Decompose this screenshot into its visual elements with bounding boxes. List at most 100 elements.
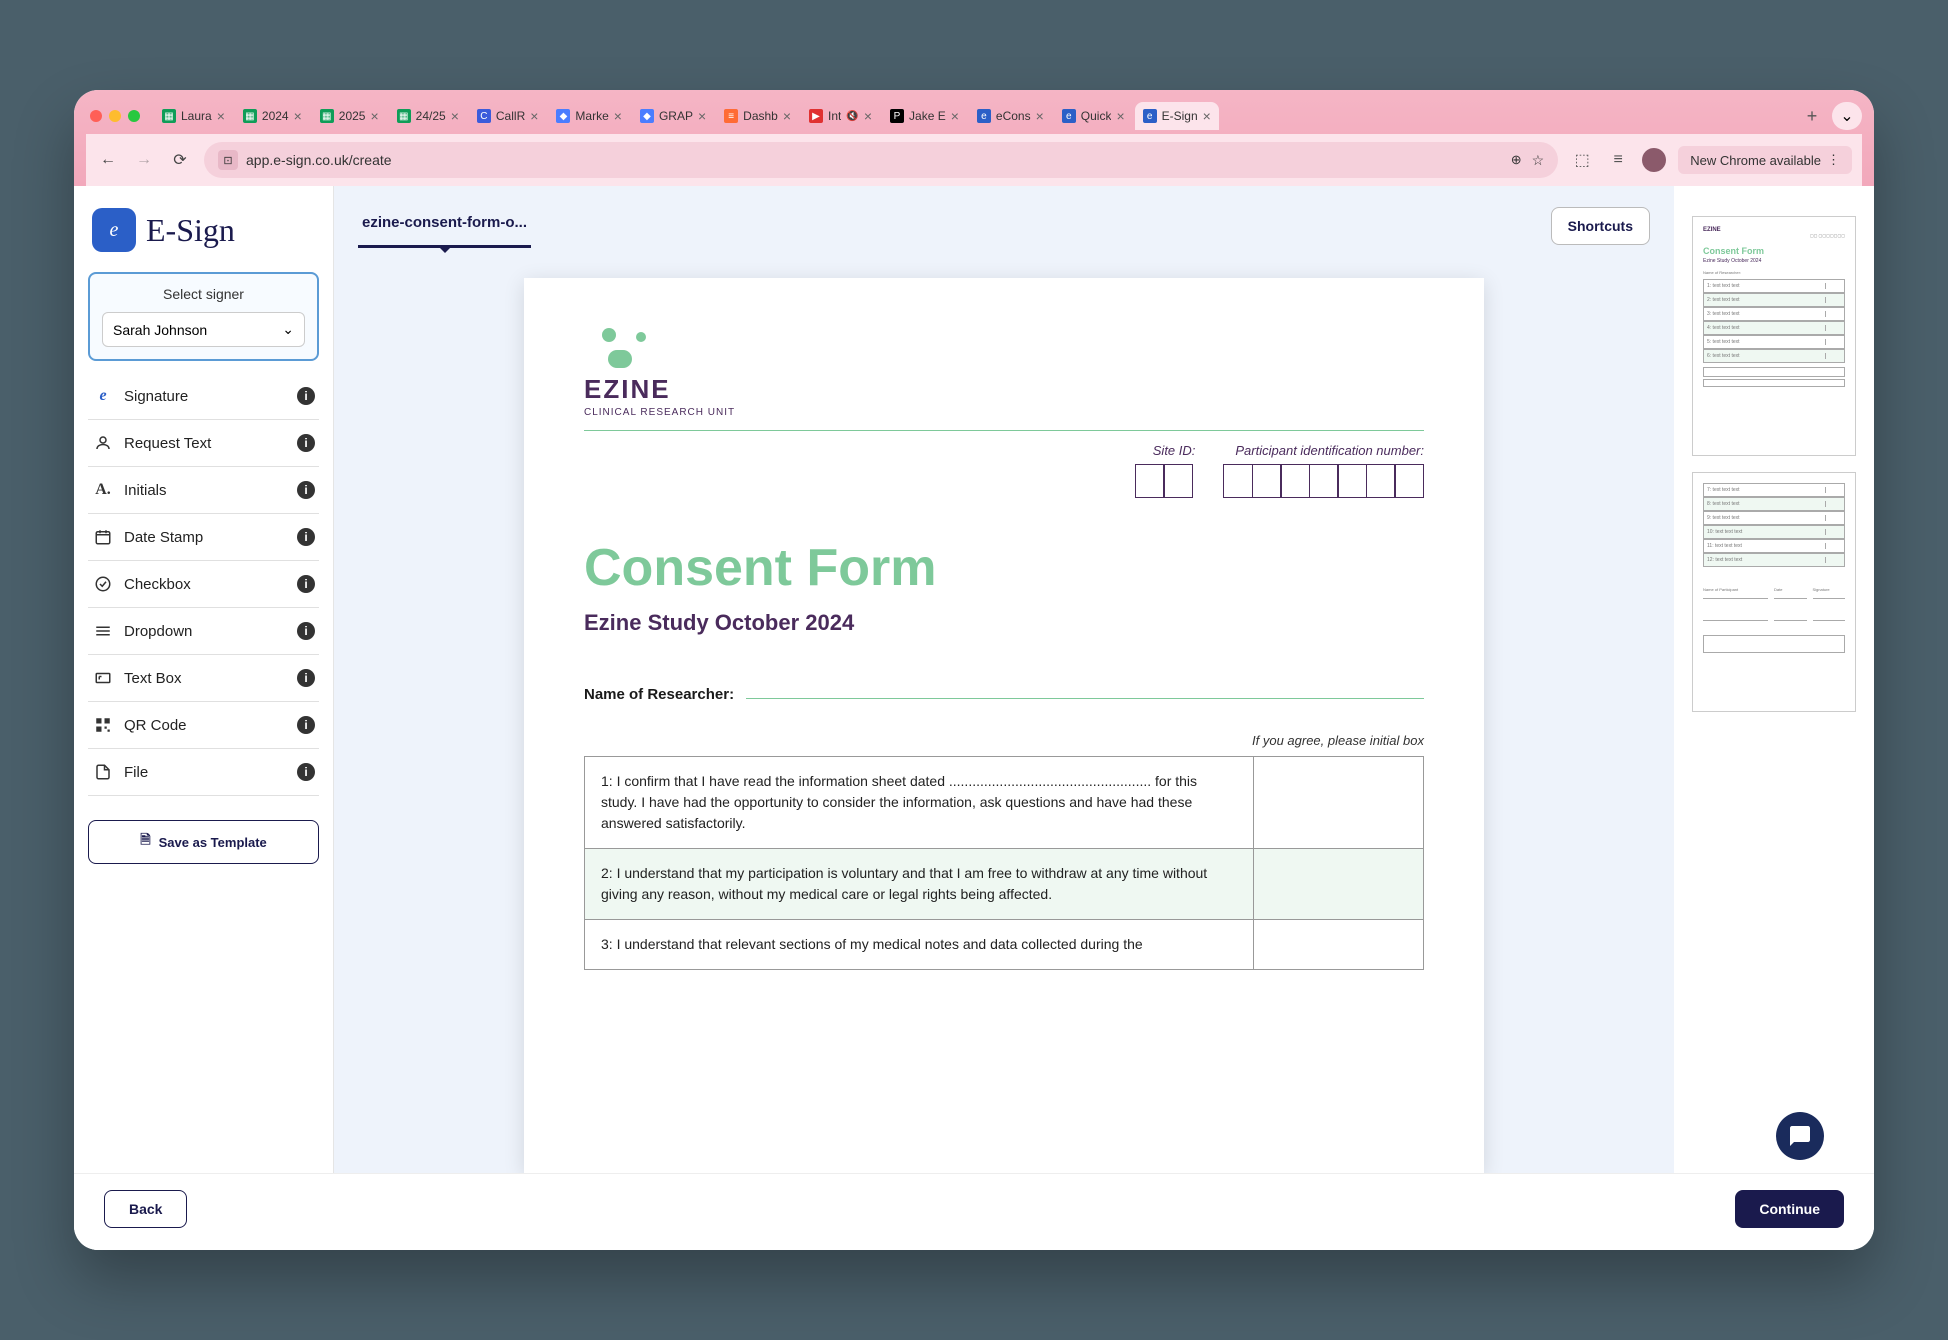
site-id-label: Site ID: [1153,443,1196,458]
tool-file[interactable]: Filei [88,749,319,796]
info-icon[interactable]: i [297,528,315,546]
maximize-window-icon[interactable] [128,110,140,122]
page-thumbnail-1[interactable]: EZINE ▢▢ ▢▢▢▢▢▢▢ Consent Form Ezine Stud… [1692,216,1856,456]
browser-tab[interactable]: eeCons × [969,102,1052,130]
forward-button[interactable]: → [132,148,156,172]
profile-avatar[interactable] [1642,148,1666,172]
browser-tab[interactable]: CCallR× [469,102,547,130]
canvas[interactable]: EZINE CLINICAL RESEARCH UNIT Site ID: Pa… [334,248,1674,1173]
browser-tab[interactable]: ▦2025× [312,102,387,130]
info-icon[interactable]: i [297,622,315,640]
initial-box[interactable] [1254,849,1424,920]
close-tab-icon[interactable]: × [294,108,302,124]
info-icon[interactable]: i [297,763,315,781]
close-tab-icon[interactable]: × [1036,108,1044,124]
tool-label: Request Text [124,435,287,452]
close-tab-icon[interactable]: × [1203,108,1211,124]
tool-label: Text Box [124,670,287,687]
close-tab-icon[interactable]: × [783,108,791,124]
consent-row: 3: I understand that relevant sections o… [585,920,1424,970]
favicon-icon: e [1143,109,1157,123]
close-tab-icon[interactable]: × [1116,108,1124,124]
browser-tab[interactable]: ≡Dashb× [716,102,799,130]
page-thumbnail-2[interactable]: 7: text text text 8: text text text 9: t… [1692,472,1856,712]
continue-button[interactable]: Continue [1735,1190,1844,1228]
info-icon[interactable]: i [297,481,315,499]
tab-title: Dashb [743,109,778,123]
info-icon[interactable]: i [297,575,315,593]
kebab-menu-icon[interactable]: ⋮ [1827,152,1840,168]
tool-checkbox[interactable]: Checkboxi [88,561,319,608]
close-tab-icon[interactable]: × [864,108,872,124]
browser-tab[interactable]: ◆GRAP× [632,102,714,130]
reader-icon[interactable]: ≡ [1606,148,1630,172]
document-tab[interactable]: ezine-consent-form-o... [358,204,531,248]
tool-list: eSignatureiRequest TextiA.InitialsiDate … [88,373,319,796]
info-icon[interactable]: i [297,434,315,452]
browser-chrome: ▦Laura×▦2024×▦2025×▦24/25×CCallR×◆Marke×… [74,90,1874,186]
tool-label: File [124,764,287,781]
tab-title: E-Sign [1162,109,1198,123]
tabs-overflow-button[interactable]: ⌄ [1832,102,1862,130]
tool-request-text[interactable]: Request Text i [88,420,319,467]
back-button[interactable]: Back [104,1190,187,1228]
browser-tab[interactable]: ◆Marke× [548,102,630,130]
chrome-update-button[interactable]: New Chrome available ⋮ [1678,146,1852,174]
minimize-window-icon[interactable] [109,110,121,122]
info-icon[interactable]: i [297,716,315,734]
browser-tab[interactable]: eQuick× [1054,102,1133,130]
site-info-icon[interactable]: ⊡ [218,150,238,170]
close-tab-icon[interactable]: × [451,108,459,124]
favicon-icon: e [977,109,991,123]
app: e E-Sign Select signer Sarah Johnson ⌄ e… [74,186,1874,1250]
close-tab-icon[interactable]: × [951,108,959,124]
new-tab-button[interactable]: + [1798,102,1826,130]
browser-tab[interactable]: ▶Int🔇× [801,102,880,130]
tool-initials[interactable]: A.Initialsi [88,467,319,514]
initial-box[interactable] [1254,757,1424,849]
back-button[interactable]: ← [96,148,120,172]
browser-tab[interactable]: ▦24/25× [389,102,467,130]
browser-tab[interactable]: PJake E× [882,102,967,130]
tab-title: GRAP [659,109,693,123]
close-window-icon[interactable] [90,110,102,122]
close-tab-icon[interactable]: × [217,108,225,124]
shortcuts-button[interactable]: Shortcuts [1551,207,1650,245]
favicon-icon: P [890,109,904,123]
document-page[interactable]: EZINE CLINICAL RESEARCH UNIT Site ID: Pa… [524,278,1484,1173]
tab-title: eCons [996,109,1031,123]
tool-dropdown[interactable]: Dropdowni [88,608,319,655]
document-subtitle: Ezine Study October 2024 [584,610,1424,636]
document-tabs: ezine-consent-form-o... Shortcuts [334,186,1674,248]
address-bar-row: ← → ⟳ ⊡ app.e-sign.co.uk/create ⊕ ☆ ⬚ ≡ … [86,134,1862,186]
initial-box[interactable] [1254,920,1424,970]
tool-text-box[interactable]: Text Box i [88,655,319,702]
tool-qr-code[interactable]: QR Codei [88,702,319,749]
tab-title: Int [828,109,841,123]
request-text-icon [92,432,114,454]
close-tab-icon[interactable]: × [614,108,622,124]
tab-title: Laura [181,109,212,123]
bookmark-icon[interactable]: ☆ [1532,152,1545,169]
close-tab-icon[interactable]: × [530,108,538,124]
browser-tab[interactable]: ▦2024× [235,102,310,130]
info-icon[interactable]: i [297,669,315,687]
reload-button[interactable]: ⟳ [168,148,192,172]
url-text: app.e-sign.co.uk/create [246,152,392,168]
browser-tab[interactable]: e E-Sign × [1135,102,1219,130]
tool-signature[interactable]: eSignaturei [88,373,319,420]
signer-select[interactable]: Sarah Johnson ⌄ [102,312,305,347]
browser-tab[interactable]: ▦Laura× [154,102,233,130]
help-chat-button[interactable] [1776,1112,1824,1160]
save-as-template-button[interactable]: 🗎 Save as Template [88,820,319,864]
translate-icon[interactable]: ⊕ [1511,152,1522,168]
close-tab-icon[interactable]: × [698,108,706,124]
researcher-row: Name of Researcher: [584,686,1424,703]
tabs-row: ▦Laura×▦2024×▦2025×▦24/25×CCallR×◆Marke×… [86,98,1862,134]
info-icon[interactable]: i [297,387,315,405]
favicon-icon: ▦ [397,109,411,123]
close-tab-icon[interactable]: × [370,108,378,124]
url-bar[interactable]: ⊡ app.e-sign.co.uk/create ⊕ ☆ [204,142,1558,178]
tool-date-stamp[interactable]: Date Stampi [88,514,319,561]
extensions-icon[interactable]: ⬚ [1570,148,1594,172]
